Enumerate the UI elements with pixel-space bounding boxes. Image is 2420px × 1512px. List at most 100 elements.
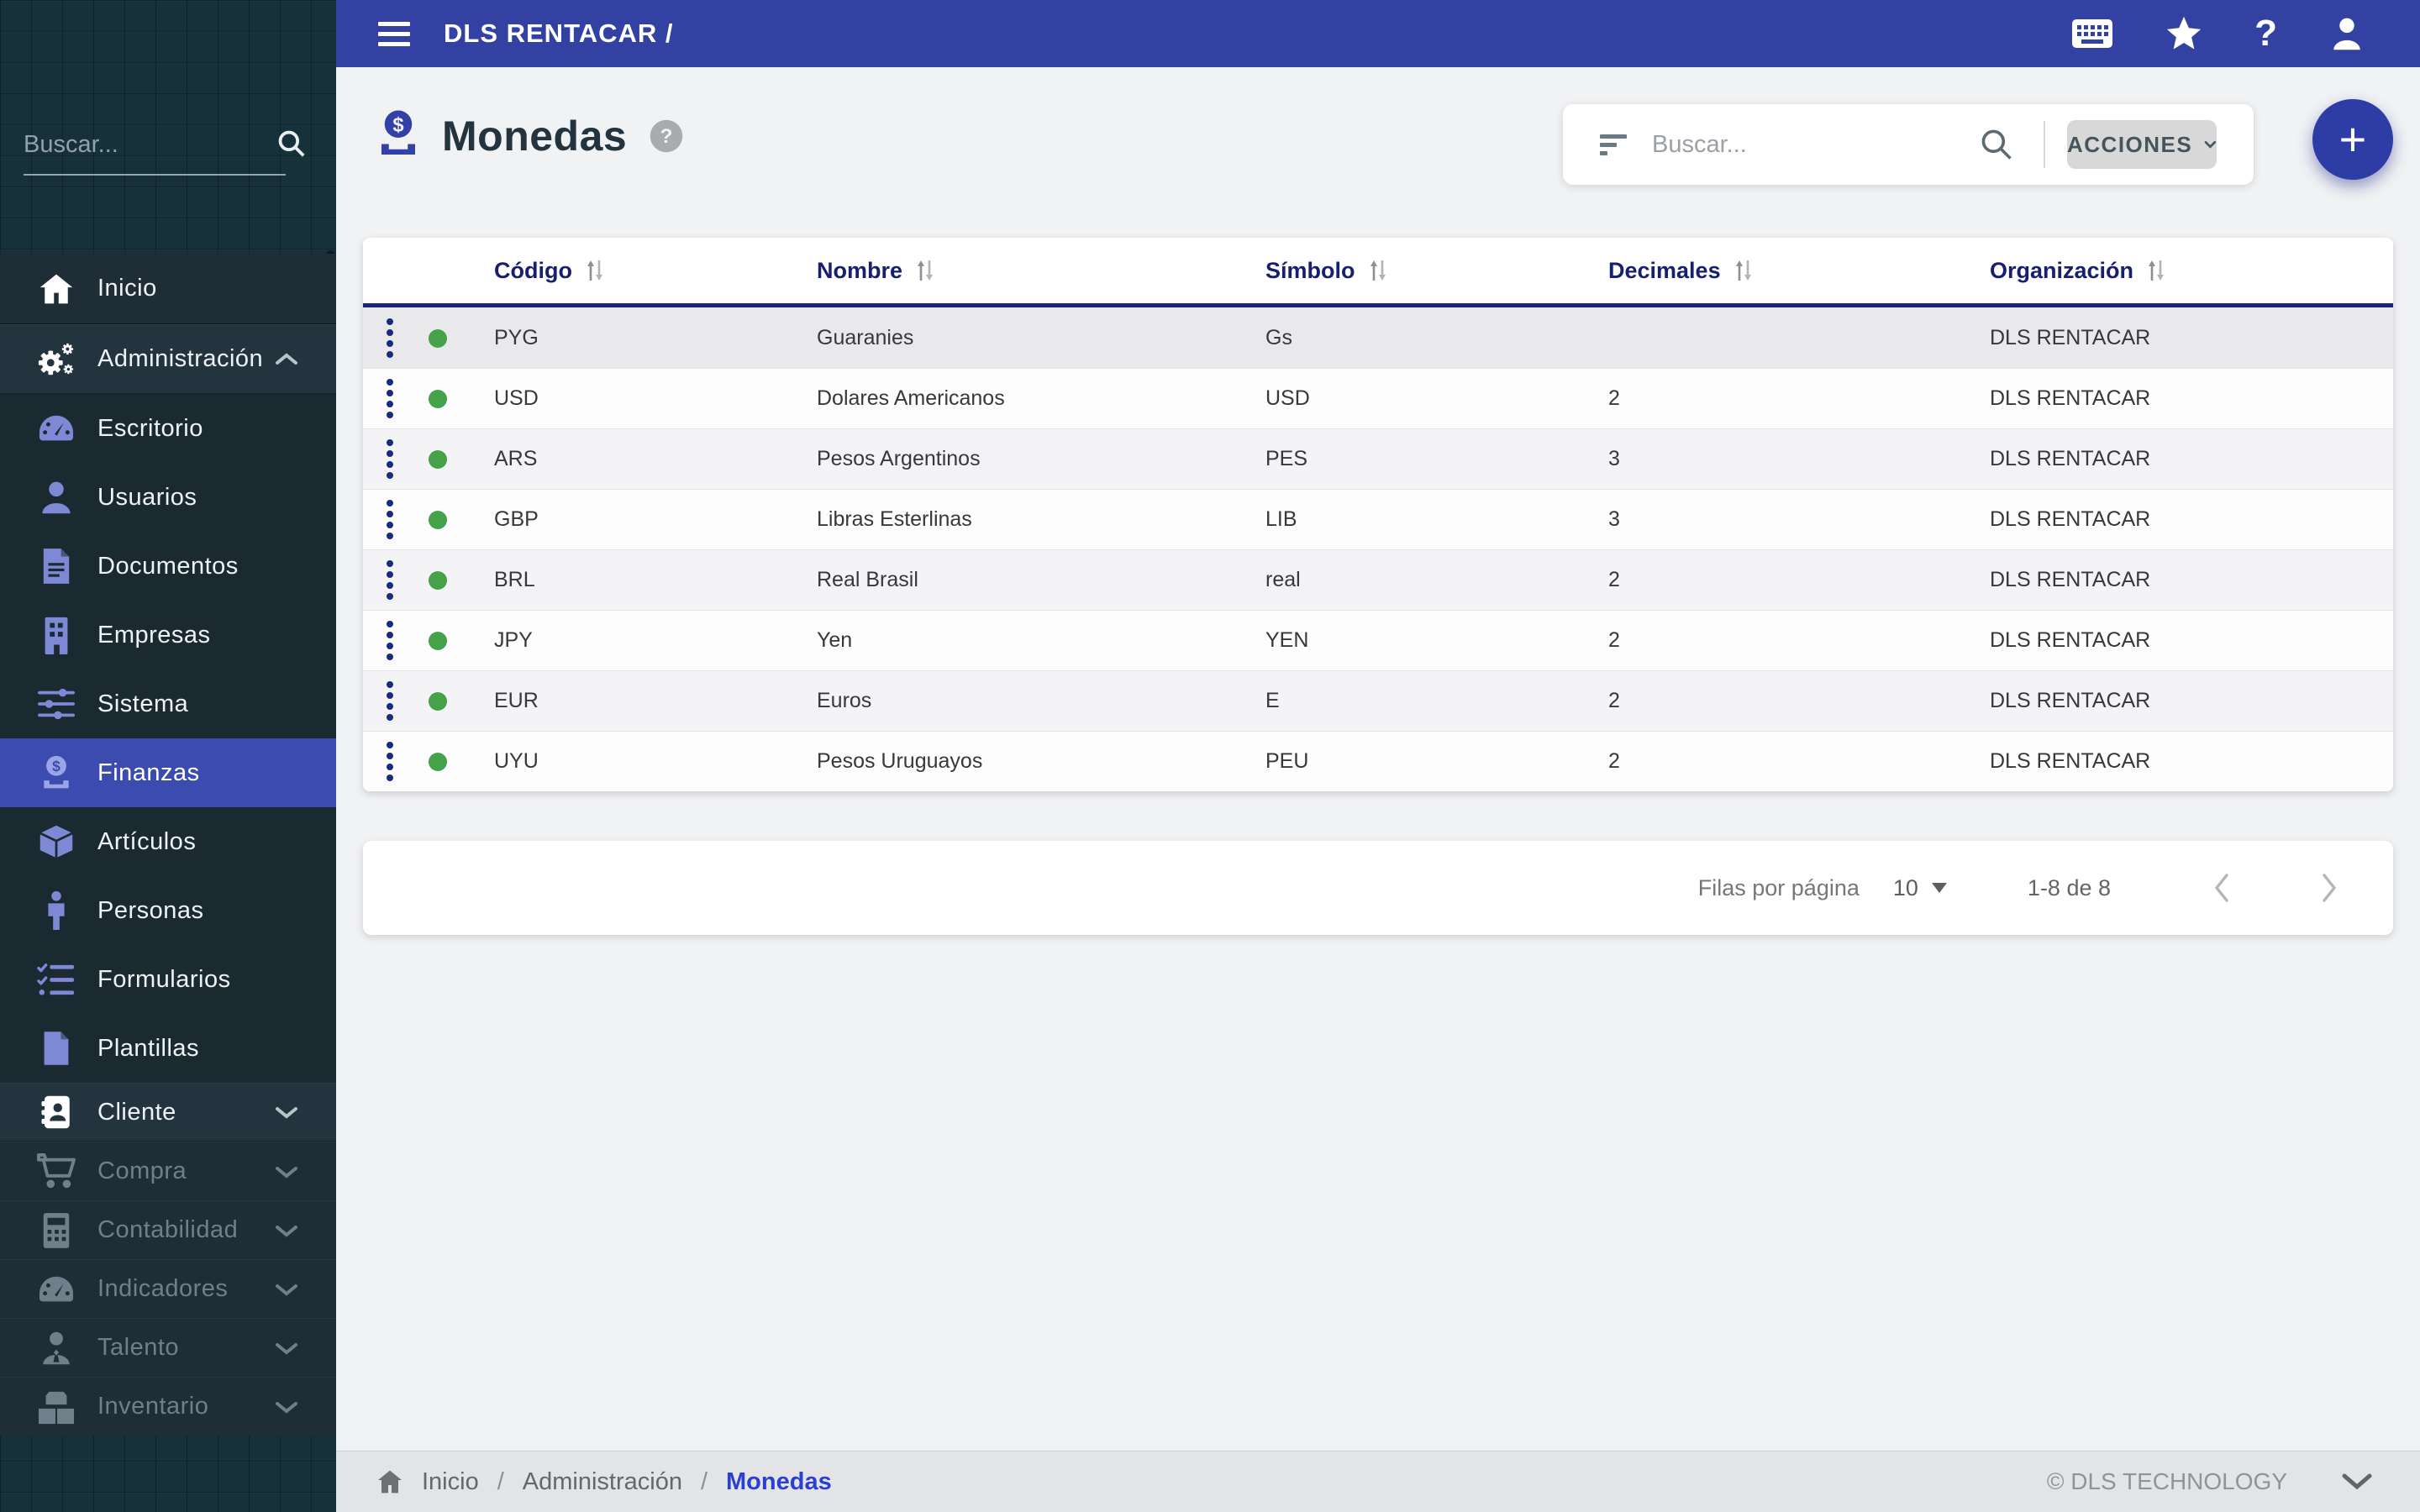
- chevron-down-icon: [274, 1281, 299, 1298]
- currencies-table: Código Nombre Símbolo Decimales Organiza…: [363, 238, 2393, 791]
- next-page-icon[interactable]: [2319, 872, 2339, 904]
- chevron-down-icon: [274, 1222, 299, 1239]
- search-icon: [276, 128, 308, 164]
- column-header-codigo[interactable]: Código: [494, 258, 817, 284]
- actions-button[interactable]: ACCIONES: [2067, 120, 2217, 169]
- status-active-dot: [429, 328, 447, 348]
- sidebar-item-indicadores[interactable]: Indicadores: [0, 1259, 336, 1318]
- column-header-nombre[interactable]: Nombre: [817, 258, 1265, 284]
- table-row[interactable]: BRL Real Brasil real 2 DLS RENTACAR: [363, 549, 2393, 610]
- dropdown-caret-icon: [1931, 883, 1947, 893]
- table-row[interactable]: GBP Libras Esterlinas LIB 3 DLS RENTACAR: [363, 489, 2393, 549]
- gears-icon: [37, 339, 76, 380]
- chevron-down-icon: [274, 1104, 299, 1121]
- sidebar-item-escritorio[interactable]: Escritorio: [0, 394, 336, 463]
- document-icon: [37, 547, 76, 585]
- sidebar-search-input[interactable]: [24, 126, 276, 174]
- page-title: Monedas: [442, 112, 628, 160]
- add-currency-fab[interactable]: +: [2312, 99, 2393, 180]
- sort-icon: [2149, 260, 2165, 281]
- chevron-down-icon[interactable]: [2341, 1473, 2373, 1491]
- table-row[interactable]: EUR Euros E 2 DLS RENTACAR: [363, 670, 2393, 731]
- table-row[interactable]: PYG Guaranies Gs DLS RENTACAR: [363, 307, 2393, 368]
- row-menu-icon[interactable]: [387, 318, 393, 358]
- person-tie-icon: [37, 1330, 76, 1367]
- sidebar-search: [24, 126, 313, 176]
- collapsed-sections: Cliente Compra Contabilidad Indicadores …: [0, 1083, 336, 1436]
- sidebar-item-compra[interactable]: Compra: [0, 1142, 336, 1200]
- row-menu-icon[interactable]: [387, 439, 393, 479]
- sliders-icon: [37, 686, 76, 722]
- breadcrumb-administracion[interactable]: Administración: [523, 1468, 682, 1496]
- status-active-dot: [429, 752, 447, 771]
- chevron-up-icon: [274, 351, 299, 368]
- toolbar-divider: [2044, 121, 2045, 168]
- menu-hamburger-icon[interactable]: [378, 21, 410, 46]
- sidebar-item-administracion[interactable]: Administración: [0, 324, 336, 394]
- table-row[interactable]: JPY Yen YEN 2 DLS RENTACAR: [363, 610, 2393, 670]
- breadcrumb-monedas: Monedas: [726, 1467, 832, 1495]
- column-header-decimales[interactable]: Decimales: [1608, 258, 1990, 284]
- table-search-input[interactable]: [1652, 130, 1971, 159]
- breadcrumb: Inicio / Administración / Monedas: [376, 1468, 832, 1496]
- home-icon: [376, 1469, 403, 1494]
- page-help-icon[interactable]: ?: [649, 118, 684, 154]
- sidebar: Inicio: [0, 0, 336, 1512]
- row-menu-icon[interactable]: [387, 379, 393, 418]
- sidebar-item-empresas[interactable]: Empresas: [0, 601, 336, 669]
- row-menu-icon[interactable]: [387, 560, 393, 600]
- svg-text:$: $: [52, 758, 60, 774]
- row-menu-icon[interactable]: [387, 681, 393, 721]
- currency-page-icon: $: [373, 108, 424, 164]
- sidebar-item-talento[interactable]: Talento: [0, 1318, 336, 1377]
- column-header-organizacion[interactable]: Organización: [1990, 258, 2393, 284]
- row-menu-icon[interactable]: [387, 742, 393, 781]
- sidebar-menu: Inicio Administración Escritorio Usuario…: [0, 254, 336, 1436]
- sidebar-item-formularios[interactable]: Formularios: [0, 945, 336, 1014]
- status-active-dot: [429, 631, 447, 650]
- sidebar-item-finanzas[interactable]: $ Finanzas: [0, 738, 336, 807]
- rows-per-page-select[interactable]: 10: [1893, 875, 1947, 901]
- sort-icon: [918, 260, 934, 281]
- chevron-down-icon: [2204, 140, 2217, 149]
- file-icon: [37, 1029, 76, 1068]
- sidebar-item-sistema[interactable]: Sistema: [0, 669, 336, 738]
- sidebar-item-usuarios[interactable]: Usuarios: [0, 463, 336, 532]
- status-active-dot: [429, 510, 447, 529]
- table-row[interactable]: ARS Pesos Argentinos PES 3 DLS RENTACAR: [363, 428, 2393, 489]
- row-menu-icon[interactable]: [387, 500, 393, 539]
- sidebar-item-cliente[interactable]: Cliente: [0, 1083, 336, 1142]
- chevron-down-icon: [274, 1399, 299, 1415]
- table-row[interactable]: UYU Pesos Uruguayos PEU 2 DLS RENTACAR: [363, 731, 2393, 791]
- breadcrumb-inicio[interactable]: Inicio: [422, 1468, 479, 1496]
- sidebar-item-inventario[interactable]: Inventario: [0, 1377, 336, 1436]
- sidebar-item-personas[interactable]: Personas: [0, 876, 336, 945]
- sidebar-item-articulos[interactable]: Artículos: [0, 807, 336, 876]
- sidebar-item-documentos[interactable]: Documentos: [0, 532, 336, 601]
- sidebar-item-plantillas[interactable]: Plantillas: [0, 1014, 336, 1083]
- table-toolbar: ACCIONES: [1563, 104, 2254, 185]
- calculator-icon: [37, 1211, 76, 1250]
- favorites-star-icon[interactable]: [2165, 16, 2202, 51]
- sidebar-item-contabilidad[interactable]: Contabilidad: [0, 1200, 336, 1259]
- rows-per-page-label: Filas por página: [1697, 874, 1860, 900]
- contact-book-icon: [37, 1094, 76, 1131]
- table-row[interactable]: USD Dolares Americanos USD 2 DLS RENTACA…: [363, 368, 2393, 428]
- cart-icon: [37, 1152, 76, 1190]
- previous-page-icon[interactable]: [2212, 872, 2232, 904]
- administracion-submenu: Escritorio Usuarios Documentos Empresas …: [0, 394, 336, 1083]
- search-icon[interactable]: [1978, 126, 2015, 163]
- help-icon[interactable]: ?: [2254, 15, 2277, 52]
- status-active-dot: [429, 389, 447, 408]
- status-active-dot: [429, 691, 447, 711]
- column-header-simbolo[interactable]: Símbolo: [1265, 258, 1608, 284]
- user-account-icon[interactable]: [2329, 16, 2365, 51]
- keyboard-icon[interactable]: [2071, 18, 2113, 49]
- sort-icon: [587, 260, 602, 281]
- sidebar-item-inicio[interactable]: Inicio: [0, 254, 336, 323]
- filter-icon[interactable]: [1597, 128, 1630, 161]
- row-menu-icon[interactable]: [387, 621, 393, 660]
- pagination-bar: Filas por página 10 1-8 de 8: [363, 841, 2393, 935]
- building-icon: [37, 616, 76, 654]
- status-active-dot: [429, 449, 447, 469]
